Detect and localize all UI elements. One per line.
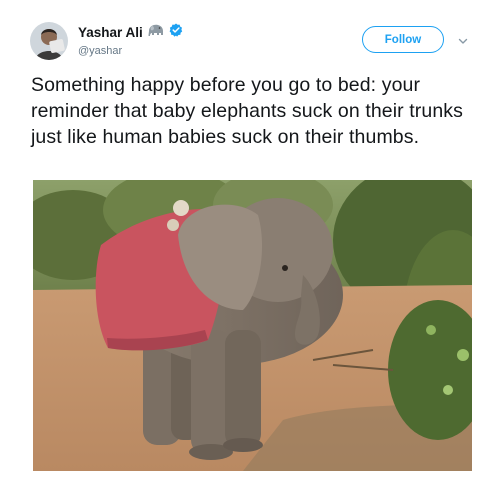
- tweet-text: Something happy before you go to bed: yo…: [31, 74, 463, 148]
- follow-button[interactable]: Follow: [362, 26, 444, 53]
- user-handle[interactable]: @yashar: [78, 45, 183, 57]
- baby-elephant-photo[interactable]: [33, 180, 472, 471]
- photo-image: [33, 180, 472, 471]
- tweet-header: Yashar Ali @yashar Follow: [30, 22, 478, 62]
- avatar[interactable]: [30, 22, 68, 60]
- tweet-card: Yashar Ali @yashar Follow Something happ…: [0, 0, 500, 482]
- user-name-block: Yashar Ali @yashar: [78, 23, 183, 57]
- chevron-down-icon[interactable]: [457, 34, 469, 46]
- elephant-emoji-icon: [147, 23, 165, 42]
- verified-badge-icon: [169, 23, 183, 42]
- display-name[interactable]: Yashar Ali: [78, 25, 143, 40]
